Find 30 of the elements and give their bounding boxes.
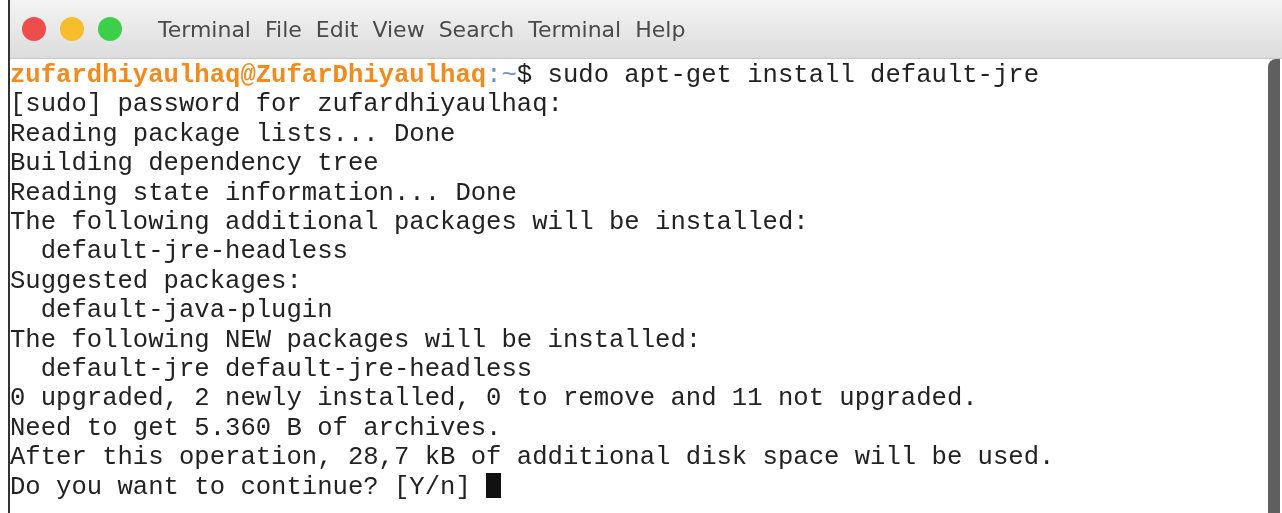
question-text: Do you want to continue? [Y/n] [10,472,472,502]
menu-item[interactable]: Help [635,16,686,42]
output-line: Reading state information... Done [10,178,518,209]
menu-item[interactable]: View [372,16,425,42]
prompt-path: :~ [486,61,517,90]
output-line: [sudo] password for zufardhiyaulhaq: [10,90,564,120]
scrollbar[interactable] [1268,59,1280,513]
minimize-icon[interactable] [60,17,84,41]
output-line: After this operation, 28,7 kB of additional disk space will be used. [10,443,1056,473]
prompt-user-host: zufardhiyaulhaq@ZufarDhiyaulhaq [10,61,487,90]
output-line: Suggested packages: [10,266,303,297]
output-line: 0 upgraded, 2 newly installed, 0 to remove and 11 not upgraded. [10,384,979,414]
close-icon[interactable] [22,17,46,41]
menu-item[interactable]: Terminal [158,16,251,42]
menu-item[interactable]: File [265,16,302,42]
menu-item[interactable]: Terminal [528,16,622,42]
output-line: default-java-plugin [39,296,334,326]
output-line: The following NEW packages will be installed: [10,325,703,356]
output-line: default-jre default-jre-headless [39,355,534,385]
output-line: default-jre-headless [39,237,349,267]
command-text: sudo apt-get install default-jre [547,61,1040,90]
output-line: Need to get 5.360 B of archives. [10,413,503,444]
output-line: Reading package lists... Done [10,119,457,150]
prompt-symbol: $ [516,61,534,90]
output-line: Building dependency tree [10,149,380,179]
maximize-icon[interactable] [98,17,122,41]
cursor-icon [486,472,502,498]
output-line: The following additional packages will be installed: [10,208,810,238]
menu-item[interactable]: Search [438,16,515,42]
menu-item[interactable]: Edit [315,16,359,42]
